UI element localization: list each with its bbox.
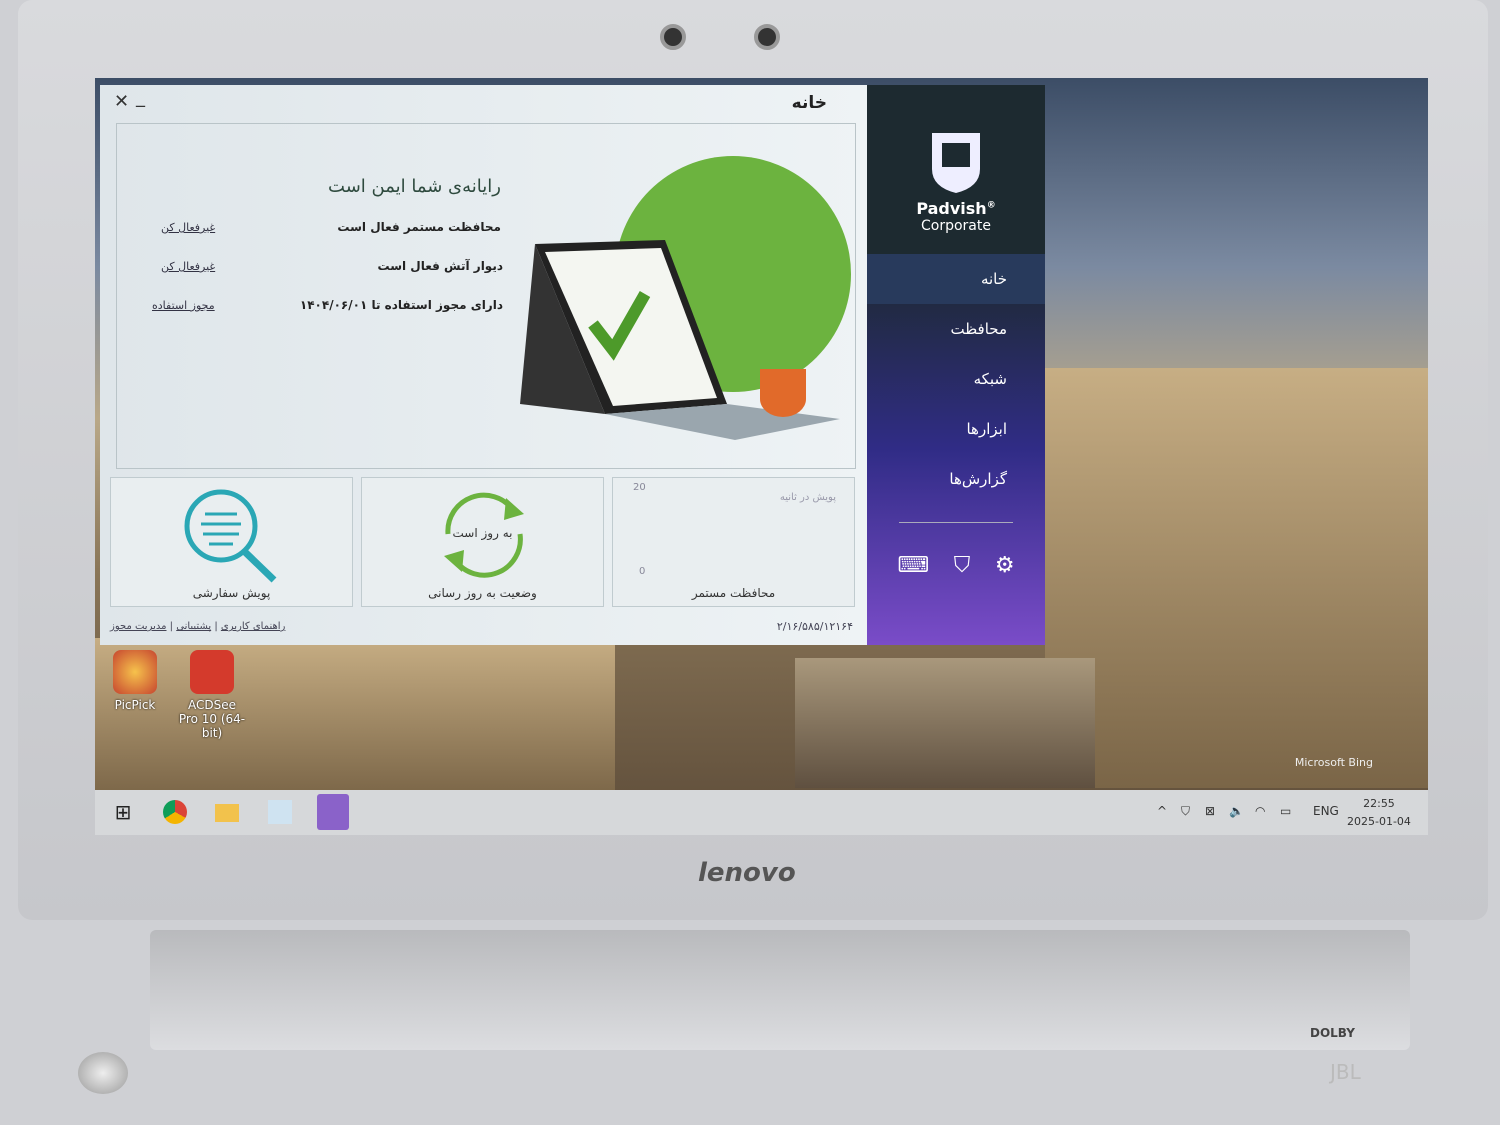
chart-title: پویش در ثانیه: [779, 492, 836, 503]
chrome-icon[interactable]: [163, 800, 187, 824]
custom-scan-tile[interactable]: پویش سفارشی: [110, 477, 353, 607]
nav-network[interactable]: شبکه: [867, 354, 1045, 404]
footer-links: راهنمای کاربری | پشتیبانی | مدیریت مجوز: [110, 621, 286, 632]
icon-label: ACDSee Pro 10 (64-bit): [178, 698, 246, 740]
desktop-icon-acdsee[interactable]: ACDSee Pro 10 (64-bit): [177, 650, 247, 740]
realtime-tile[interactable]: 20 0 پویش در ثانیه محافظت مستمر: [612, 477, 855, 607]
sidebar-nav: خانه محافظت شبکه ابزارها گزارش‌ها: [867, 254, 1045, 504]
brand-edition: Corporate: [921, 218, 991, 234]
status-panel: رایانه‌ی شما ایمن است محافظت مستمر فعال …: [116, 123, 856, 469]
disable-firewall-link[interactable]: غیرفعال کن: [161, 260, 215, 273]
date: 2025-01-04: [1347, 815, 1411, 828]
user-guide-link[interactable]: راهنمای کاربری: [221, 621, 286, 632]
screen: Microsoft Bing PicPick ACDSee Pro 10 (64…: [95, 78, 1428, 835]
registered-mark: ®: [986, 200, 996, 211]
nav-reports[interactable]: گزارش‌ها: [867, 454, 1045, 504]
realtime-label: محافظت مستمر: [691, 586, 776, 600]
firewall-status: دیوار آتش فعال است: [377, 259, 504, 273]
license-link[interactable]: مجوز استفاده: [152, 299, 215, 312]
jbl-logo: JBL: [1330, 1060, 1361, 1084]
main-panel: ✕ _ خانه رایانه‌ی شما ایمن است محافظت مس…: [100, 85, 867, 645]
chart-min-label: 0: [639, 566, 646, 577]
padvish-logo: Padvish® Corporate: [867, 85, 1045, 234]
nav-tools[interactable]: ابزارها: [867, 404, 1045, 454]
camera-icon: [754, 24, 780, 50]
taskbar: ⊞ ^ ⛉ ⊠ 🔈 ◠ ▭ ENG 22:55 2025-01-04: [95, 790, 1428, 835]
castle-shield-icon: [932, 133, 980, 193]
disable-realtime-link[interactable]: غیرفعال کن: [161, 221, 215, 234]
icon-label: PicPick: [114, 698, 156, 712]
magnifier-scan-icon: [184, 489, 277, 583]
file-explorer-icon[interactable]: [215, 804, 239, 822]
update-status-label: وضعیت به روز رسانی: [428, 586, 537, 600]
keyboard-icon[interactable]: ⌨: [897, 553, 929, 578]
laptop-check-illustration: [520, 156, 851, 440]
clock[interactable]: 22:55 2025-01-04: [1347, 795, 1411, 831]
chart-max-label: 20: [633, 482, 646, 493]
usb-shield-icon[interactable]: ⛉: [954, 553, 971, 578]
notepad-icon[interactable]: [268, 800, 292, 824]
realtime-status: محافظت مستمر فعال است: [337, 220, 501, 234]
brand-name: Padvish: [916, 199, 987, 218]
up-to-date-badge: به روز است: [452, 526, 513, 540]
version-label: ۲/۱۶/۵۸۵/۱۲۱۶۴: [776, 620, 853, 633]
nav-protection[interactable]: محافظت: [867, 304, 1045, 354]
gear-icon[interactable]: ⚙: [995, 553, 1015, 578]
power-button[interactable]: [78, 1052, 128, 1094]
update-status-tile[interactable]: به روز است وضعیت به روز رسانی: [361, 477, 604, 607]
touch-keyboard-icon[interactable]: ▭: [1280, 804, 1291, 818]
lenovo-logo: lenovo: [698, 858, 796, 888]
bing-watermark: Microsoft Bing: [1294, 756, 1373, 769]
windows-start-icon[interactable]: ⊞: [111, 800, 135, 824]
camera-icon: [660, 24, 686, 50]
nav-home[interactable]: خانه: [867, 254, 1045, 304]
status-headline: رایانه‌ی شما ایمن است: [328, 176, 501, 197]
license-management-link[interactable]: مدیریت مجوز: [110, 621, 167, 632]
padvish-window: ✕ _ خانه رایانه‌ی شما ایمن است محافظت مس…: [100, 85, 1045, 645]
padvish-icon[interactable]: [317, 794, 349, 830]
dolby-logo: DOLBY: [1310, 1026, 1355, 1040]
wifi-icon[interactable]: ◠: [1255, 804, 1265, 818]
network-disconnected-icon[interactable]: ⊠: [1205, 804, 1215, 818]
time: 22:55: [1363, 797, 1395, 810]
window-title: خانه: [791, 93, 827, 113]
support-link[interactable]: پشتیبانی: [176, 621, 211, 632]
sidebar: Padvish® Corporate خانه محافظت شبکه ابزا…: [867, 85, 1045, 645]
desktop-icon-picpick[interactable]: PicPick: [100, 650, 170, 712]
minimize-button[interactable]: _: [136, 87, 145, 108]
security-shield-icon[interactable]: ⛉: [1181, 804, 1190, 819]
volume-icon[interactable]: 🔈: [1229, 804, 1244, 818]
close-button[interactable]: ✕: [114, 91, 129, 112]
show-hidden-icons-icon[interactable]: ^: [1157, 804, 1167, 818]
language-indicator[interactable]: ENG: [1313, 804, 1339, 818]
laptop-hinge: [150, 930, 1410, 1050]
license-status: دارای مجوز استفاده تا ۱۴۰۴/۰۶/۰۱: [299, 298, 503, 312]
custom-scan-label: پویش سفارشی: [192, 586, 271, 600]
